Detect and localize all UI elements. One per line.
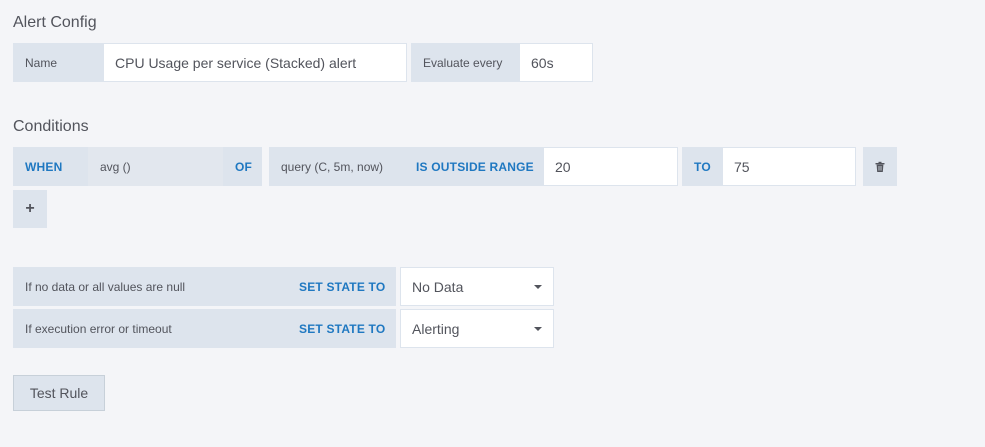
range-to-input[interactable]: 75 <box>722 147 856 186</box>
to-label: TO <box>682 147 722 186</box>
no-data-set-state-label: SET STATE TO <box>287 267 396 306</box>
name-label: Name <box>13 43 103 82</box>
evaluator-select[interactable]: IS OUTSIDE RANGE <box>404 147 543 186</box>
evaluate-every-label: Evaluate every <box>411 43 519 82</box>
name-input[interactable]: CPU Usage per service (Stacked) alert <box>103 43 407 82</box>
plus-icon: + <box>25 200 35 217</box>
exec-error-state-select[interactable]: Alerting <box>400 309 554 348</box>
caret-down-icon <box>534 326 542 331</box>
exec-error-label: If execution error or timeout <box>13 309 287 348</box>
of-label: OF <box>223 147 262 186</box>
when-label: WHEN <box>13 147 88 186</box>
alert-config-title: Alert Config <box>13 14 97 31</box>
caret-down-icon <box>534 284 542 289</box>
exec-error-state-value: Alerting <box>412 320 460 337</box>
delete-condition-button[interactable] <box>863 147 897 186</box>
range-from-input[interactable]: 20 <box>543 147 678 186</box>
exec-error-set-state-label: SET STATE TO <box>287 309 396 348</box>
alert-config-row: Name CPU Usage per service (Stacked) ale… <box>13 43 593 82</box>
add-condition-button[interactable]: + <box>13 190 47 228</box>
reducer-select[interactable]: avg () <box>88 147 223 186</box>
evaluate-every-input[interactable]: 60s <box>519 43 593 82</box>
trash-icon <box>875 161 885 172</box>
test-rule-button[interactable]: Test Rule <box>13 375 105 411</box>
no-data-state-value: No Data <box>412 278 464 295</box>
no-data-row: If no data or all values are null SET ST… <box>13 267 554 306</box>
alert-config-page: Alert Config Name CPU Usage per service … <box>0 0 985 447</box>
exec-error-row: If execution error or timeout SET STATE … <box>13 309 554 348</box>
condition-row: WHEN avg () OF query (C, 5m, now) IS OUT… <box>13 147 897 186</box>
conditions-title: Conditions <box>13 118 89 135</box>
no-data-state-select[interactable]: No Data <box>400 267 554 306</box>
no-data-label: If no data or all values are null <box>13 267 287 306</box>
query-part[interactable]: query (C, 5m, now) <box>269 147 404 186</box>
